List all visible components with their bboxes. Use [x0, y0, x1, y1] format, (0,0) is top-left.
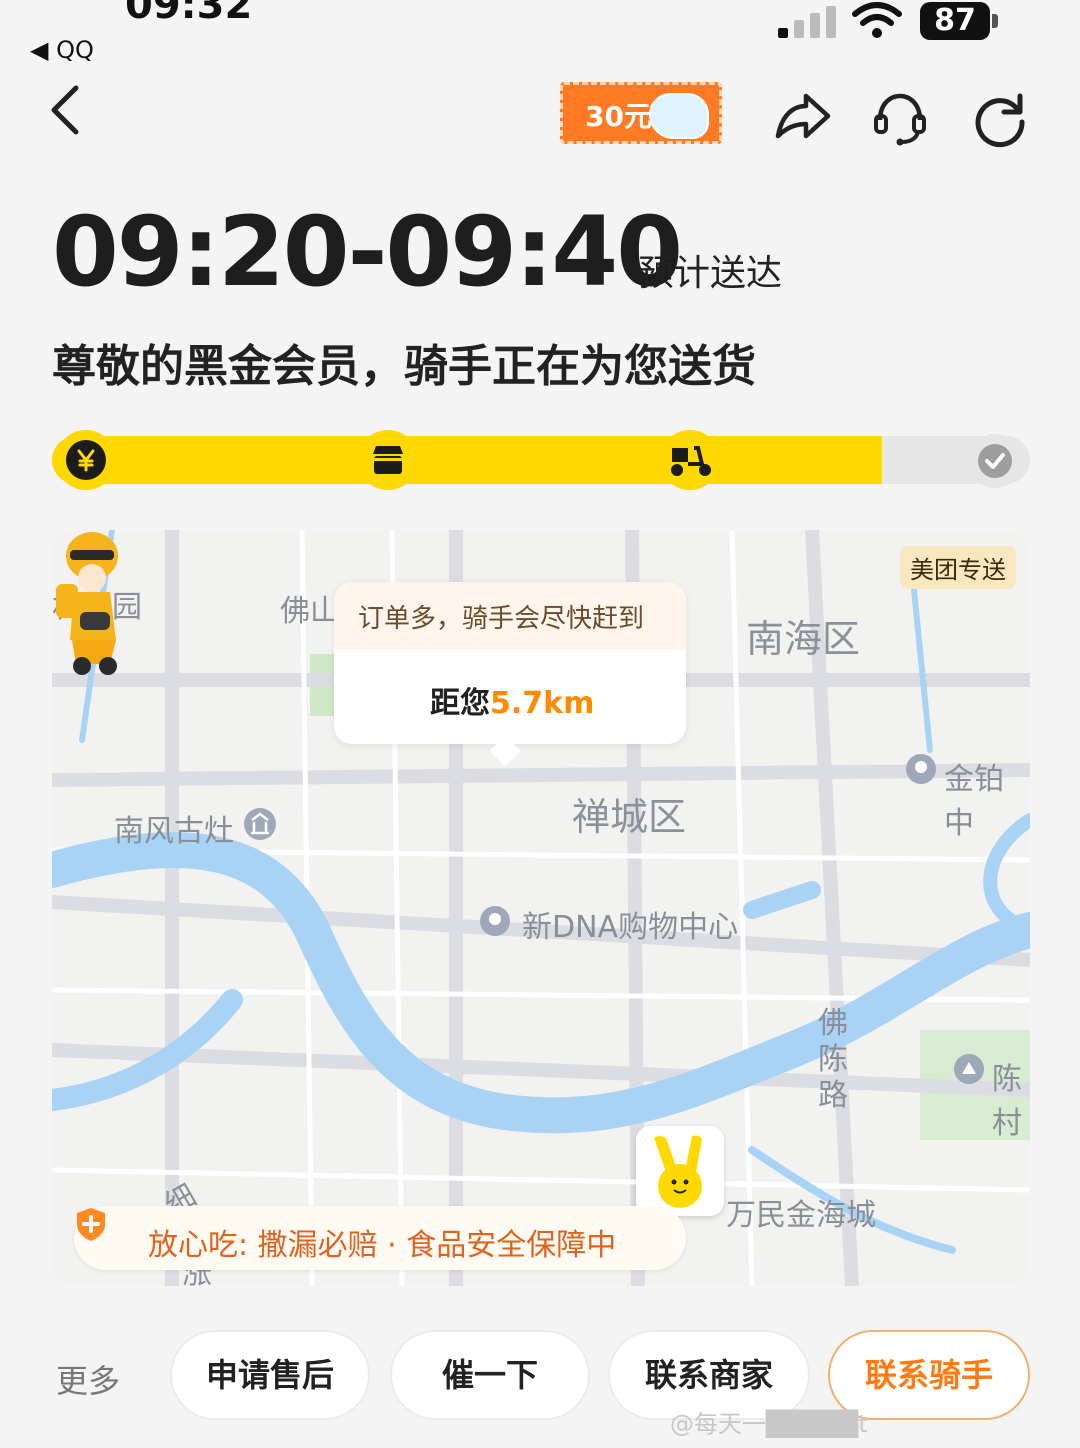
- food-safety-text: 放心吃: 撒漏必赔 · 食品安全保障中: [148, 1228, 617, 1263]
- watermark: @每天一█████t: [670, 1410, 868, 1438]
- store-icon: [373, 446, 403, 474]
- coupon-label: 30元: [585, 100, 652, 133]
- food-safety-banner[interactable]: 放心吃: 撒漏必赔 · 食品安全保障中: [74, 1206, 686, 1270]
- eta-range: 09:20-09:40: [52, 196, 683, 308]
- back-icon[interactable]: [42, 82, 86, 138]
- more-link[interactable]: 更多: [56, 1356, 120, 1402]
- rider-note: 订单多，骑手会尽快赶到: [358, 604, 645, 634]
- map-label-jinbo: 金铂中: [944, 762, 1004, 841]
- step-riding: [660, 430, 720, 490]
- after-sale-button[interactable]: 申请售后: [170, 1330, 370, 1420]
- battery-level: 87: [920, 2, 990, 40]
- map-label-dna-mall: 新DNA购物中心: [522, 910, 739, 945]
- share-icon[interactable]: [772, 88, 832, 148]
- rider-marker-icon[interactable]: [52, 530, 132, 680]
- landmark-icon: [244, 808, 276, 840]
- rider-info-bubble: 订单多，骑手会尽快赶到 距您5.7km: [334, 582, 686, 767]
- coupon-banner[interactable]: 30元: [560, 82, 722, 144]
- status-time: 09:32: [125, 0, 253, 28]
- map-label-fochen-road: 佛陈路: [818, 1006, 848, 1113]
- place-pin-icon: [954, 1054, 984, 1084]
- map-label-chen: 陈村: [992, 1062, 1022, 1141]
- map-label-chancheng: 禅城区: [572, 795, 687, 839]
- eta-suffix: 预计送达: [638, 253, 783, 294]
- distance-value: 5.7km: [490, 686, 595, 721]
- delivery-progress-bar: [52, 430, 1030, 490]
- service-badge: 美团专送: [900, 546, 1016, 589]
- back-to-app-link[interactable]: ◀ QQ: [30, 36, 94, 64]
- check-icon: [978, 444, 1012, 478]
- scooter-icon: [671, 446, 711, 476]
- step-paid: [56, 430, 116, 490]
- refresh-icon[interactable]: [970, 88, 1030, 148]
- shield-icon: [77, 1208, 105, 1241]
- urge-button[interactable]: 催一下: [390, 1330, 590, 1420]
- step-store: [358, 430, 418, 490]
- location-pin-icon: [906, 754, 936, 784]
- headset-icon[interactable]: [870, 88, 930, 148]
- delivery-map[interactable]: 林公园 佛山 南海区 禅城区 南风古灶 金铂中 新DNA购物中心 佛陈路 陈村 …: [52, 530, 1030, 1286]
- delivery-status-message: 尊敬的黑金会员，骑手正在为您送货: [52, 341, 756, 392]
- map-label-nanhai: 南海区: [746, 617, 861, 661]
- destination-marker[interactable]: [636, 1126, 724, 1216]
- mall-pin-icon: [480, 906, 510, 936]
- step-delivered: [968, 434, 1022, 488]
- wifi-icon: [852, 2, 902, 38]
- battery-indicator: 87: [920, 2, 1000, 40]
- map-label-foshan: 佛山: [280, 594, 340, 629]
- yuan-icon: [77, 449, 95, 472]
- mascot-destination-icon: [654, 1135, 702, 1208]
- map-label-nanfeng: 南风古灶: [114, 814, 234, 849]
- map-label-wanmin: 万民金海城: [726, 1198, 876, 1233]
- mascot-icon: [649, 93, 709, 139]
- signal-icon: [778, 6, 836, 38]
- rider-distance: 距您5.7km: [430, 686, 595, 721]
